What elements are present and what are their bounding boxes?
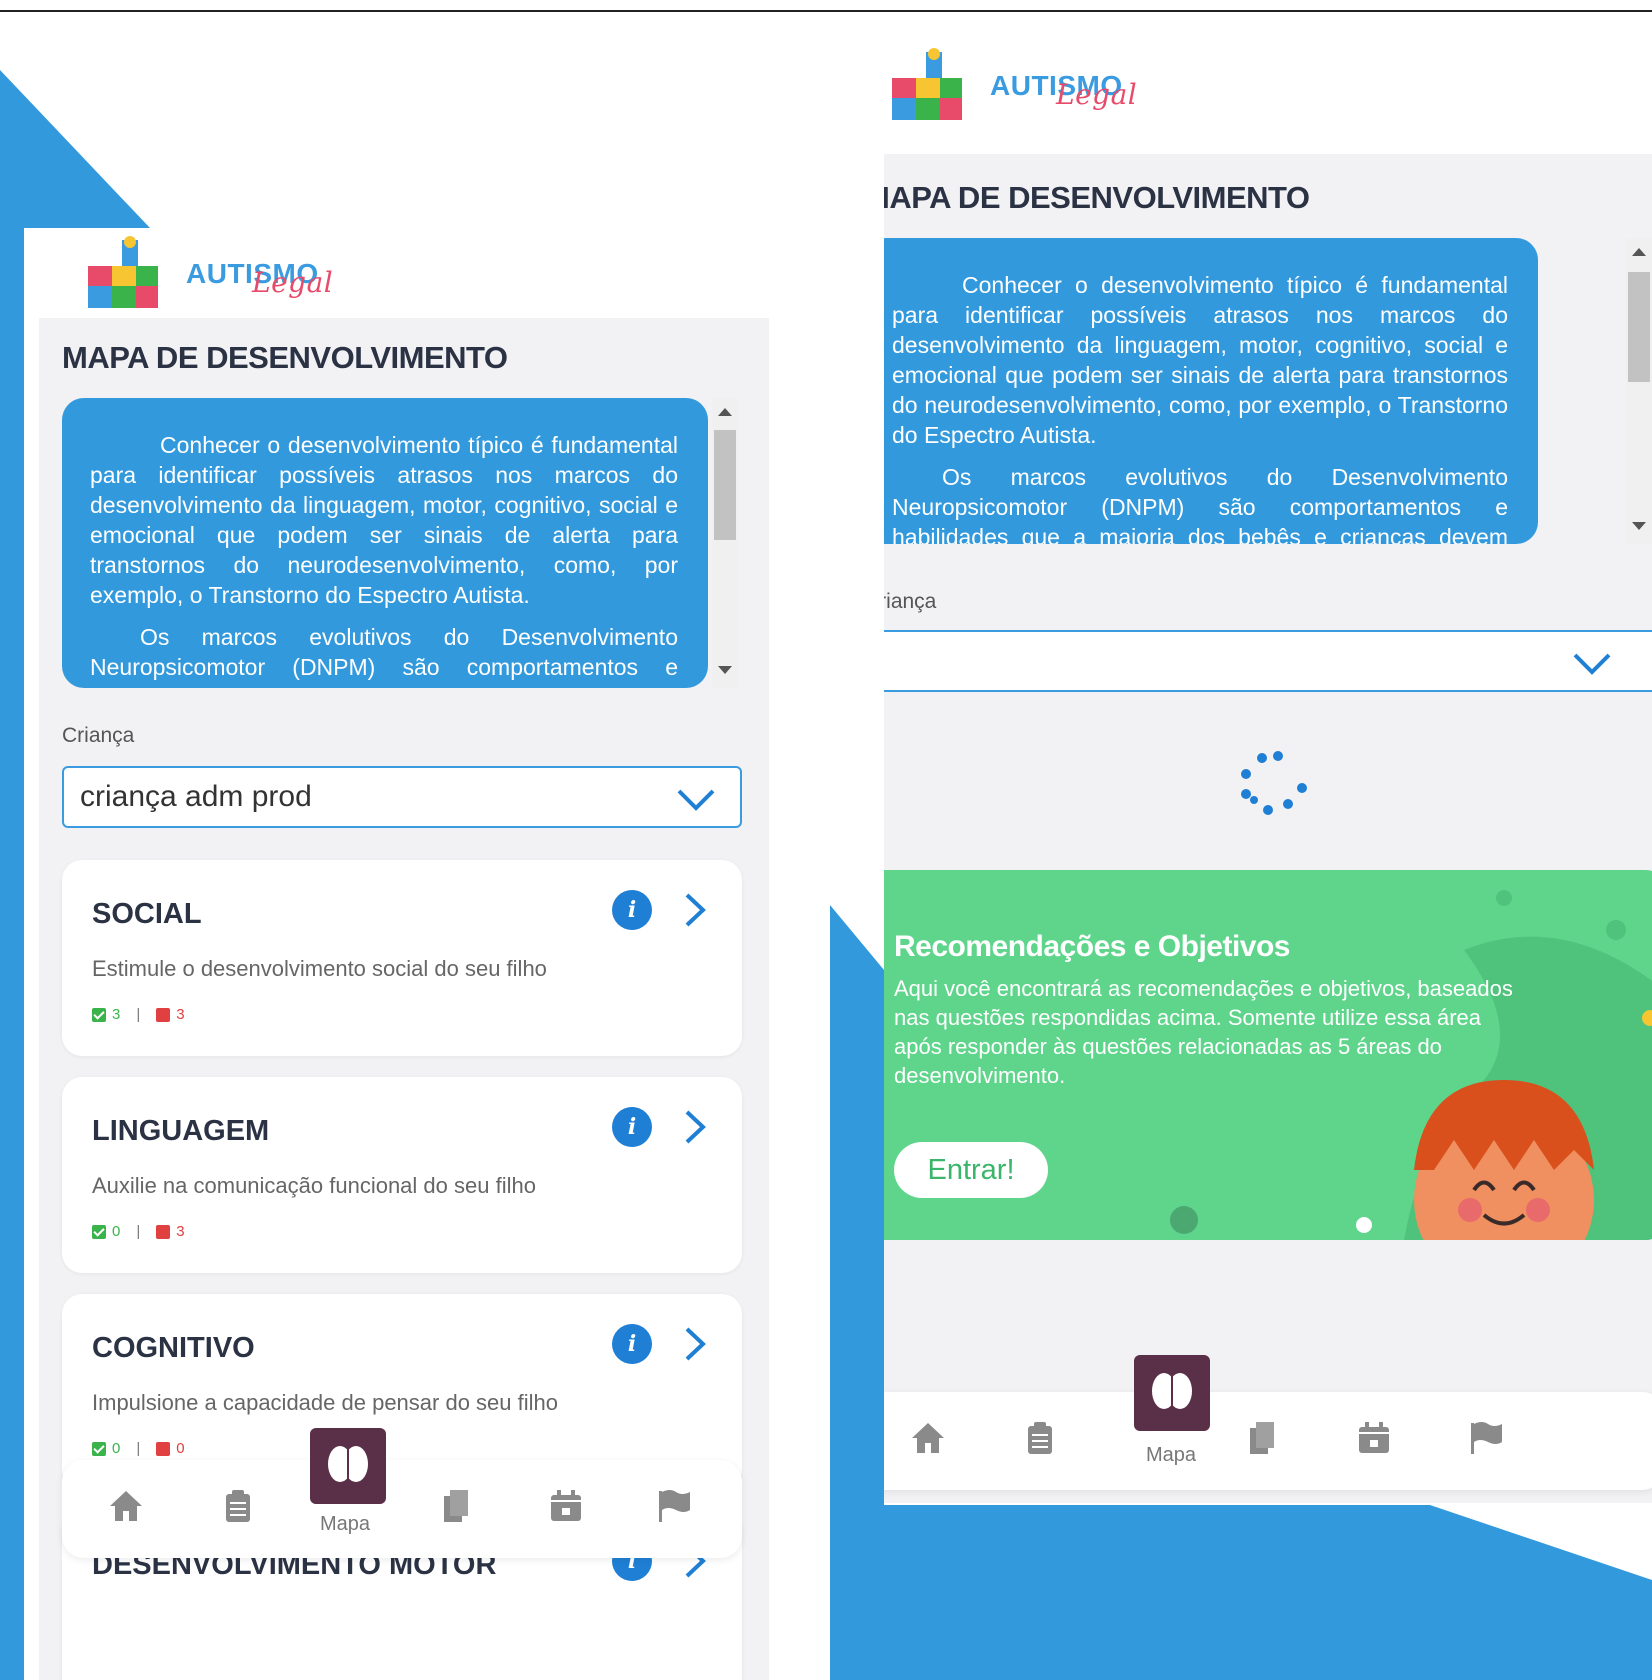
scroll-up-arrow-icon[interactable] — [1632, 248, 1646, 256]
area-card-linguagem[interactable]: LINGUAGEM i Auxilie na comunicação funci… — [62, 1077, 742, 1273]
brain-icon — [328, 1446, 368, 1482]
intro-paragraph-2: Os marcos evolutivos do Desenvolvimento … — [892, 464, 1508, 544]
scroll-down-arrow-icon[interactable] — [1632, 522, 1646, 530]
card-title: COGNITIVO — [92, 1332, 255, 1364]
stats-separator: | — [136, 1223, 141, 1240]
home-icon[interactable] — [910, 1420, 946, 1456]
recommendations-text: Aqui você encontrará as recomendações e … — [894, 976, 1513, 1088]
brain-icon — [1152, 1373, 1192, 1409]
left-phone-screen: AUTISMO Legal MAPA DE DESENVOLVIMENTO Co… — [24, 228, 820, 1680]
card-title: SOCIAL — [92, 898, 202, 930]
intro-paragraph-1: Conhecer o desenvolvimento típico é fund… — [892, 272, 1508, 448]
loading-spinner-icon — [1241, 751, 1307, 815]
recommendations-title: Recomendações e Objetivos — [894, 930, 1291, 963]
scroll-down-arrow-icon[interactable] — [718, 666, 732, 674]
alert-box-icon — [156, 1224, 171, 1239]
puzzle-thumb-logo-icon — [88, 236, 158, 308]
clipboard-icon[interactable] — [220, 1488, 256, 1524]
brand-name: AUTISMO Legal — [186, 258, 334, 299]
card-description: Impulsione a capacidade de pensar do seu… — [92, 1390, 558, 1415]
page-title: MAPA DE DESENVOLVIMENTO — [884, 180, 1310, 215]
area-card-social[interactable]: SOCIAL i Estimule o desenvolvimento soci… — [62, 860, 742, 1056]
card-stats: 0 | 0 — [92, 1440, 185, 1457]
info-icon[interactable]: i — [612, 1324, 652, 1364]
nav-mapa-label: Mapa — [1146, 1444, 1197, 1466]
calendar-icon[interactable] — [548, 1488, 584, 1524]
chevron-down-icon — [1573, 653, 1611, 675]
info-icon[interactable]: i — [612, 1107, 652, 1147]
chevron-right-icon[interactable] — [684, 892, 706, 928]
chevron-right-icon[interactable] — [684, 1326, 706, 1362]
card-stats: 3 | 3 — [92, 1006, 185, 1023]
intro-paragraph-1: Conhecer o desenvolvimento típico é fund… — [90, 432, 678, 608]
alert-box-icon — [156, 1007, 171, 1022]
scroll-thumb[interactable] — [714, 430, 736, 540]
calendar-icon[interactable] — [1356, 1420, 1392, 1456]
check-box-icon — [92, 1441, 106, 1456]
brand-name: AUTISMO Legal — [990, 70, 1138, 111]
scroll-up-arrow-icon[interactable] — [718, 408, 732, 416]
puzzle-thumb-logo-icon — [892, 48, 962, 120]
child-select-value: criança adm prod — [80, 780, 312, 813]
documents-icon[interactable] — [1244, 1420, 1280, 1456]
intro-text-box[interactable]: Conhecer o desenvolvimento típico é fund… — [62, 398, 708, 688]
app-logo: AUTISMO Legal — [890, 48, 1138, 124]
child-label: Criança — [62, 724, 135, 747]
chevron-down-icon — [677, 789, 715, 811]
card-description: Auxilie na comunicação funcional do seu … — [92, 1173, 536, 1198]
right-phone-screen: AUTISMO Legal MAPA DE DESENVOLVIMENTO Co… — [884, 30, 1652, 1503]
intro-paragraph-2: Os marcos evolutivos do Desenvolvimento … — [90, 624, 678, 688]
flag-icon[interactable] — [656, 1488, 692, 1524]
enter-button[interactable]: Entrar! — [894, 1142, 1048, 1198]
app-logo: AUTISMO Legal — [86, 236, 334, 312]
child-label: Criança — [884, 590, 937, 613]
alert-count: 3 — [176, 1223, 185, 1240]
nav-mapa-label: Mapa — [320, 1513, 371, 1535]
card-description: Estimule o desenvolvimento social do seu… — [92, 956, 547, 981]
recommendations-card: Recomendações e Objetivos Aqui você enco… — [884, 870, 1652, 1240]
check-box-icon — [92, 1007, 106, 1022]
card-stats: 0 | 3 — [92, 1223, 185, 1240]
info-icon[interactable]: i — [612, 890, 652, 930]
card-title: LINGUAGEM — [92, 1115, 270, 1147]
documents-icon[interactable] — [438, 1488, 474, 1524]
scroll-thumb[interactable] — [1628, 272, 1650, 382]
brand-script: Legal — [252, 266, 334, 299]
nav-mapa-button[interactable] — [310, 1428, 386, 1504]
ok-count: 0 — [112, 1223, 121, 1240]
check-box-icon — [92, 1224, 106, 1239]
stats-separator: | — [136, 1440, 141, 1457]
intro-scrollbar[interactable] — [712, 398, 738, 688]
flag-icon[interactable] — [1468, 1420, 1504, 1456]
nav-mapa-button[interactable] — [1134, 1355, 1210, 1431]
chevron-right-icon[interactable] — [684, 1109, 706, 1145]
alert-count: 3 — [176, 1006, 185, 1023]
stats-separator: | — [136, 1006, 141, 1023]
clipboard-icon[interactable] — [1022, 1420, 1058, 1456]
child-select[interactable]: criança adm prod — [62, 766, 742, 828]
brand-script: Legal — [1056, 78, 1138, 111]
bottom-nav — [62, 1460, 742, 1558]
intro-scrollbar[interactable] — [1626, 238, 1652, 544]
ok-count: 0 — [112, 1440, 121, 1457]
intro-text-box[interactable]: Conhecer o desenvolvimento típico é fund… — [884, 238, 1538, 544]
home-icon[interactable] — [108, 1488, 144, 1524]
alert-count: 0 — [176, 1440, 185, 1457]
ok-count: 3 — [112, 1006, 121, 1023]
page-title: MAPA DE DESENVOLVIMENTO — [62, 340, 508, 375]
bottom-nav — [884, 1392, 1652, 1490]
child-select[interactable] — [884, 630, 1652, 692]
alert-box-icon — [156, 1441, 171, 1456]
